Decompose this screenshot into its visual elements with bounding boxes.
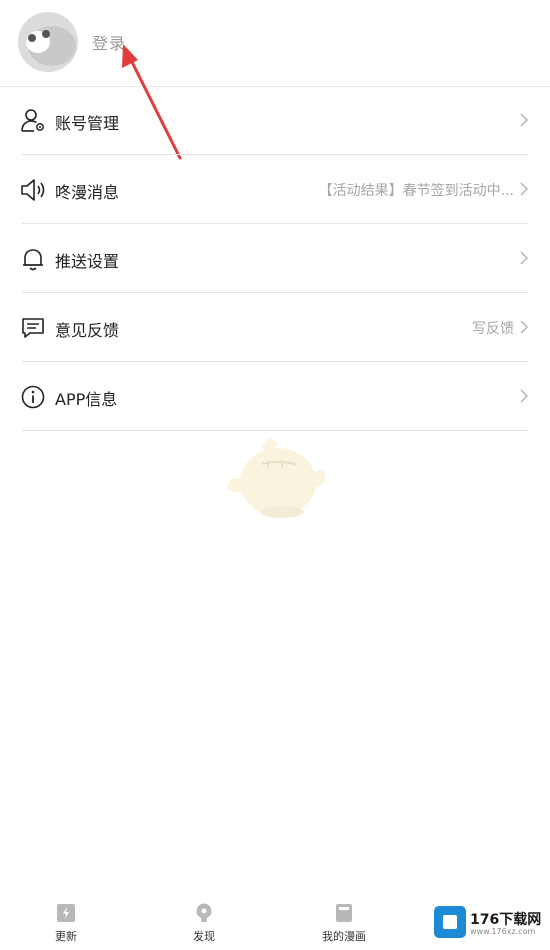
chevron-right-icon xyxy=(520,113,529,127)
tab-my-comics[interactable]: 我的漫画 xyxy=(304,902,384,948)
brand-logo-icon xyxy=(434,906,466,938)
brand-name: 176下载网 xyxy=(470,912,542,928)
tab-label: 我的漫画 xyxy=(322,930,366,943)
site-watermark: 176下载网 www.176xz.com xyxy=(434,906,544,942)
mascot-avatar-icon xyxy=(18,12,78,72)
my-comics-icon xyxy=(336,904,352,922)
info-icon xyxy=(21,385,45,409)
menu-item-feedback[interactable]: 意见反馈 写反馈 xyxy=(0,293,550,362)
chevron-right-icon xyxy=(520,182,529,196)
write-feedback-link: 写反馈 xyxy=(472,321,514,337)
menu-item-push-settings[interactable]: 推送设置 xyxy=(0,224,550,293)
speaker-icon xyxy=(21,179,45,201)
menu-item-account[interactable]: 账号管理 xyxy=(0,86,550,155)
feedback-icon xyxy=(22,318,44,338)
tab-update[interactable]: 更新 xyxy=(26,902,106,948)
latest-message-preview: 【活动结果】春节签到活动中... xyxy=(318,183,514,199)
tab-label: 更新 xyxy=(55,930,77,943)
menu-item-label: 推送设置 xyxy=(55,252,120,271)
menu-item-messages[interactable]: 咚漫消息 【活动结果】春节签到活动中... xyxy=(0,155,550,224)
bottom-tab-bar: 更新 发现 我的漫画 176下载网 www.176xz.com xyxy=(0,898,550,950)
update-icon xyxy=(57,904,75,922)
menu-item-label: 咚漫消息 xyxy=(55,183,120,202)
chevron-right-icon xyxy=(520,389,529,403)
discover-icon xyxy=(196,903,212,922)
menu-item-label: APP信息 xyxy=(55,390,118,409)
settings-page: 登录 账号管理 咚漫消息 【活动结果】春节签到活动中... 推送设置 意见反馈 … xyxy=(0,0,550,950)
avatar[interactable] xyxy=(18,12,78,72)
tab-discover[interactable]: 发现 xyxy=(164,902,244,948)
settings-menu: 账号管理 咚漫消息 【活动结果】春节签到活动中... 推送设置 意见反馈 写反馈… xyxy=(0,86,550,431)
login-link[interactable]: 登录 xyxy=(92,30,126,54)
brand-url: www.176xz.com xyxy=(470,927,536,936)
menu-item-label: 账号管理 xyxy=(55,114,120,133)
chevron-right-icon xyxy=(520,320,529,334)
chevron-right-icon xyxy=(520,251,529,265)
mascot-watermark-icon xyxy=(228,438,326,518)
menu-item-app-info[interactable]: APP信息 xyxy=(0,362,550,431)
profile-header: 登录 xyxy=(0,0,550,87)
tab-label: 发现 xyxy=(193,930,215,943)
bell-icon xyxy=(23,249,43,271)
menu-item-label: 意见反馈 xyxy=(55,321,120,340)
account-settings-icon xyxy=(21,109,44,132)
